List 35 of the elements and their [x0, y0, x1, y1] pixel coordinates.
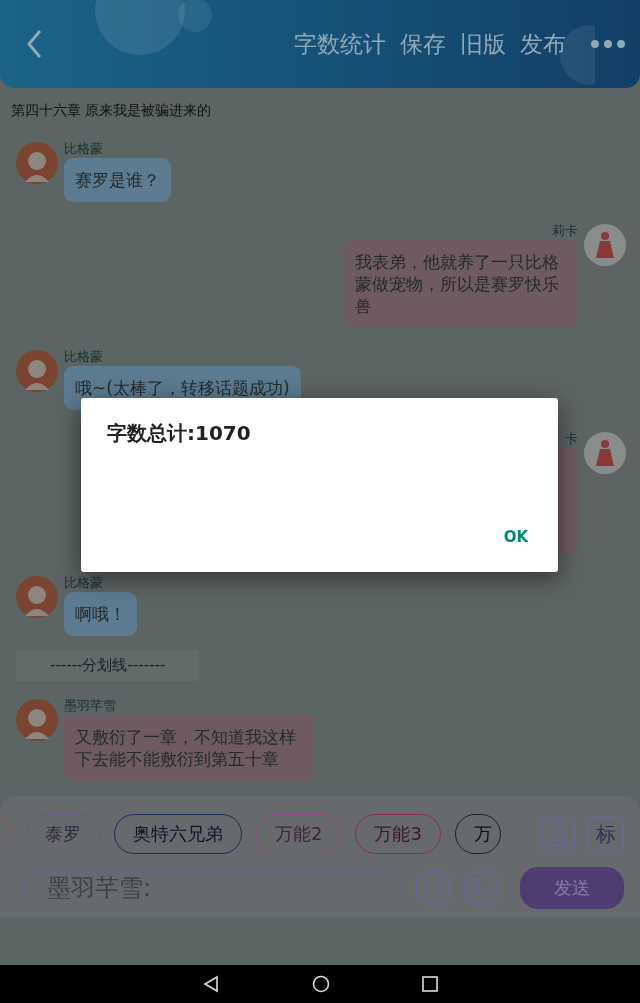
role-chip[interactable]: 泰罗: [26, 814, 100, 854]
sender-name: 卡: [565, 432, 578, 446]
avatar-icon[interactable]: [16, 350, 58, 392]
sender-name: 墨羽芊雪: [64, 699, 116, 713]
sender-name: 比格蒙: [64, 142, 103, 156]
avatar-icon[interactable]: [16, 699, 58, 741]
sender-name: 莉卡: [552, 224, 578, 238]
avatar-icon[interactable]: [584, 432, 626, 474]
avatar-icon[interactable]: [16, 142, 58, 184]
more-icon[interactable]: [590, 39, 626, 49]
sender-name: 比格蒙: [64, 576, 103, 590]
role-chip[interactable]: 万能2: [256, 814, 342, 854]
sender-name: 比格蒙: [64, 350, 103, 364]
dialog-title: 字数总计:1070: [107, 420, 251, 447]
avatar-icon[interactable]: [16, 576, 58, 618]
home-icon[interactable]: [312, 975, 330, 993]
avatar-icon[interactable]: [584, 224, 626, 266]
header-action[interactable]: 字数统计: [294, 28, 386, 60]
message-bubble: 又敷衍了一章，不知道我这样下去能不能敷衍到第五十章: [64, 715, 314, 781]
role-chip[interactable]: 万能3: [355, 814, 441, 854]
send-button[interactable]: 发送: [520, 867, 624, 909]
ok-button[interactable]: OK: [499, 522, 532, 552]
message-bubble: 啊哦！: [64, 592, 137, 636]
header-action[interactable]: 旧版: [460, 28, 506, 60]
role-chip[interactable]: 奥特六兄弟: [114, 814, 242, 854]
header-action[interactable]: 发布: [520, 28, 566, 60]
message-bubble: 我表弟，他就养了一只比格蒙做宠物，所以是赛罗快乐兽: [344, 240, 578, 328]
header-action[interactable]: 保存: [400, 28, 446, 60]
message-bubble: 赛罗是谁？: [64, 158, 171, 202]
chapter-title: 第四十六章 原来我是被骗进来的: [10, 101, 213, 120]
divider-line-text: ------分划线-------: [16, 650, 200, 681]
role-chip[interactable]: 万: [454, 814, 501, 854]
back-icon[interactable]: [202, 975, 220, 993]
tag-button[interactable]: 标: [588, 816, 624, 852]
recents-icon[interactable]: [422, 976, 438, 992]
